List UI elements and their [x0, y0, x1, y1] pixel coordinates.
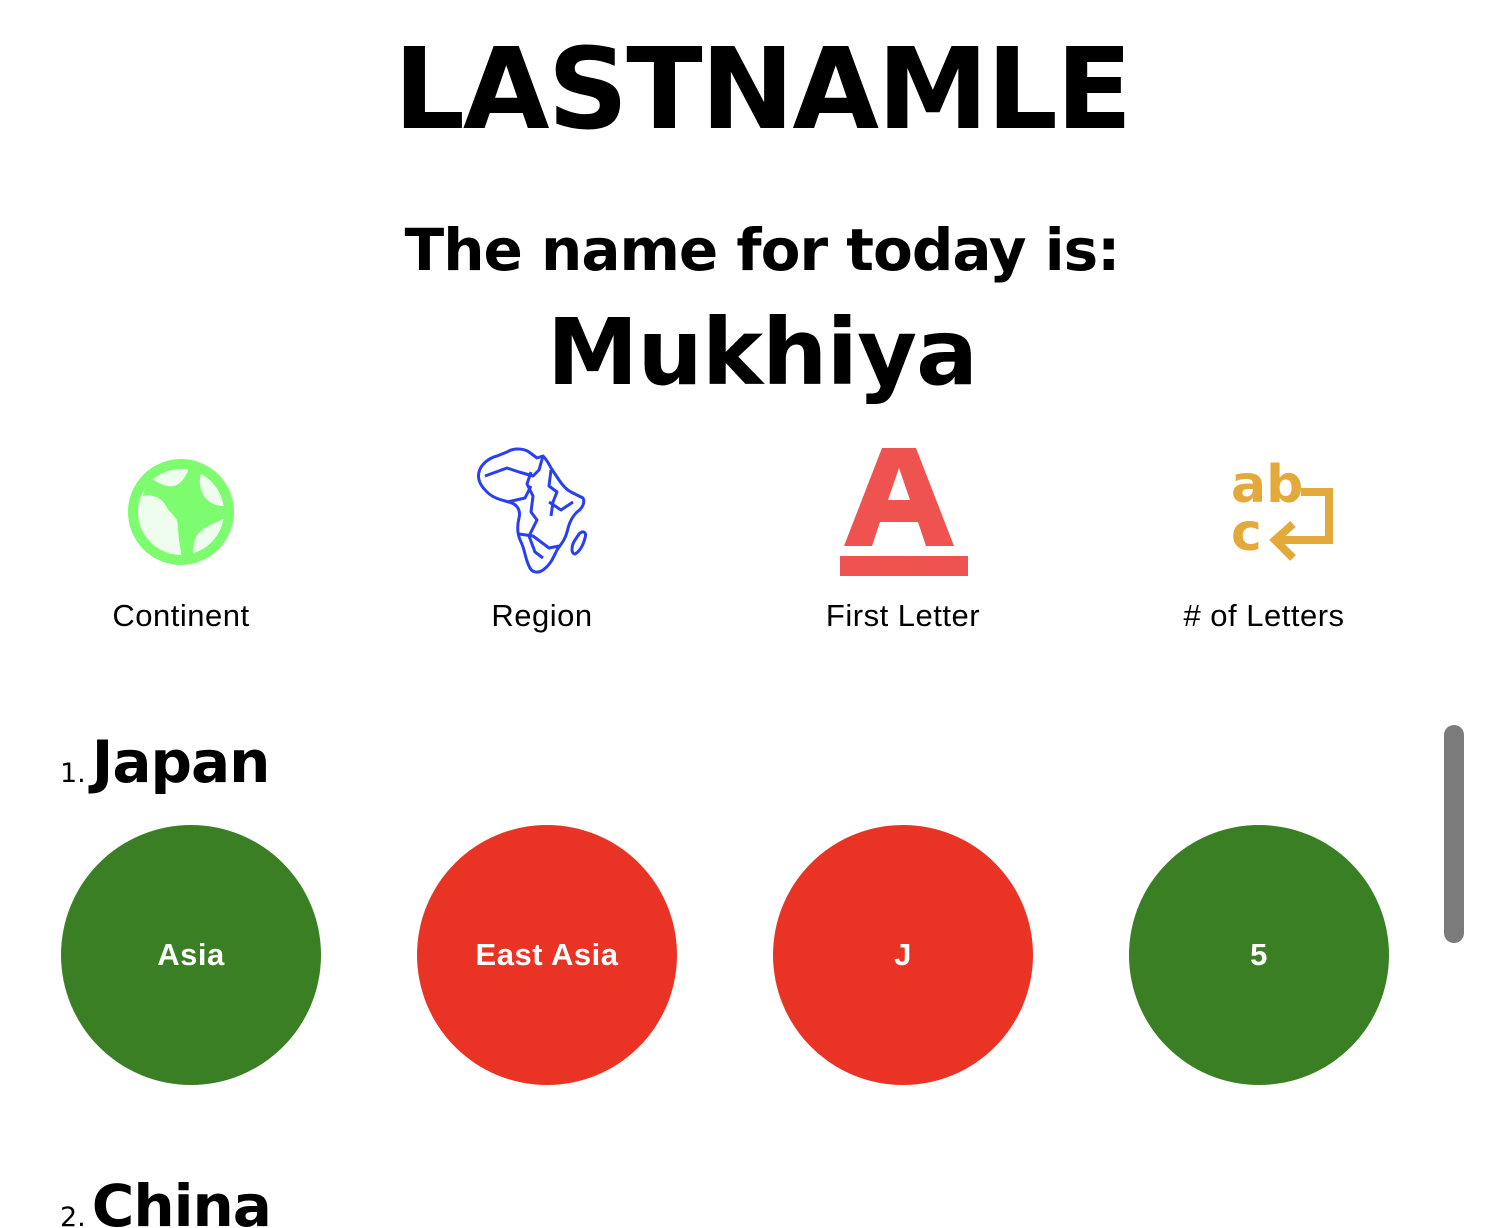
globe-icon [106, 440, 256, 580]
hint-number-of-letters: 5 [1129, 825, 1389, 1085]
letter-a-icon [828, 440, 978, 580]
abc-enter-icon: ab c [1189, 440, 1339, 580]
guess-heading: 2. China [60, 1172, 272, 1228]
category-label: # of Letters [1183, 598, 1345, 633]
hint-region: East Asia [417, 825, 677, 1085]
category-label: Continent [112, 598, 250, 633]
scrollbar-thumb[interactable] [1444, 725, 1464, 943]
subtitle: The name for today is: [404, 216, 1121, 284]
hint-value: East Asia [475, 937, 619, 972]
abc-icon-text-c: c [1231, 503, 1262, 563]
name-of-the-day: Mukhiya [546, 299, 978, 406]
guess-heading: 1. Japan [60, 728, 271, 796]
category-continent: Continent [1, 440, 361, 633]
africa-map-icon [467, 440, 617, 580]
category-first-letter: First Letter [723, 440, 1083, 633]
hint-value: 5 [1250, 937, 1268, 972]
category-label: Region [491, 598, 593, 633]
guess-number: 1. [60, 758, 86, 789]
guess-country: China [91, 1172, 272, 1228]
category-region: Region [362, 440, 722, 633]
page: LASTNAMLE The name for today is: Mukhiya… [0, 0, 1510, 1228]
guess-number: 2. [60, 1202, 86, 1228]
hint-first-letter: J [773, 825, 1033, 1085]
hint-value: J [894, 937, 912, 972]
hint-value: Asia [157, 937, 225, 972]
category-number-of-letters: ab c # of Letters [1084, 440, 1444, 633]
app-title: LASTNAMLE [393, 25, 1133, 155]
category-label: First Letter [825, 598, 981, 633]
guess-country: Japan [91, 728, 271, 796]
hint-continent: Asia [61, 825, 321, 1085]
